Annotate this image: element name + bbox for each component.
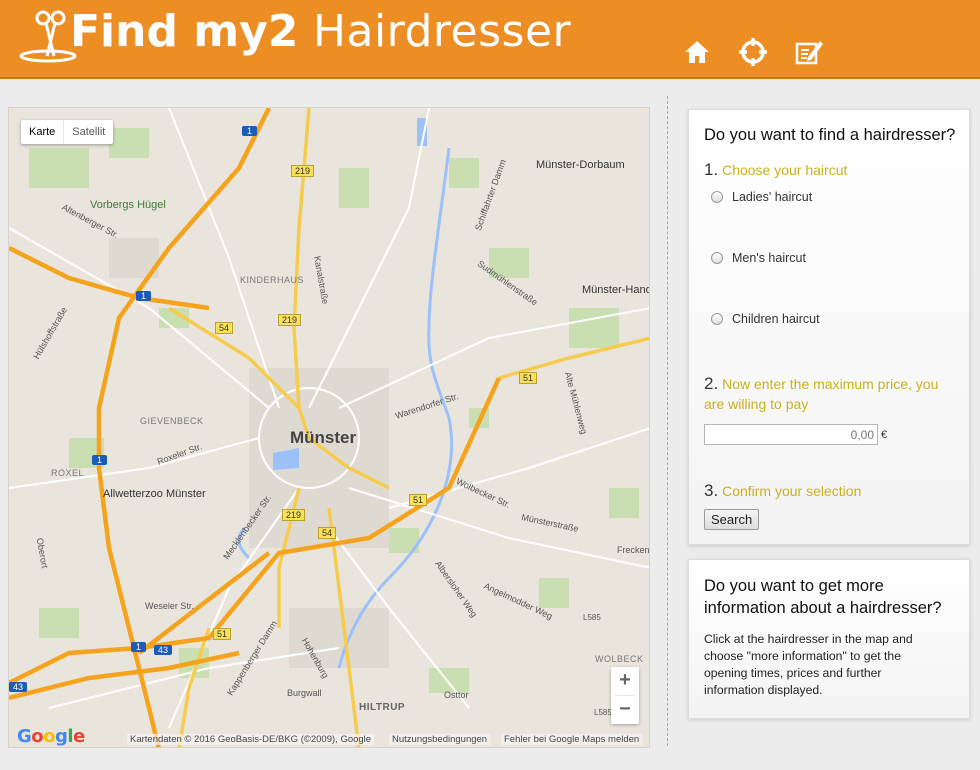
step3-number: 3. <box>704 481 719 500</box>
road-badge: 54 <box>215 322 234 334</box>
road-badge: L585 <box>594 708 612 717</box>
road-badge: 51 <box>409 494 428 506</box>
zoom-in-button[interactable]: + <box>611 667 639 695</box>
header-nav <box>680 35 826 69</box>
road-badge: 1 <box>136 291 152 301</box>
road-badge: 54 <box>318 527 337 539</box>
map-type-control: Karte Satellit <box>21 120 114 144</box>
road-badge: 219 <box>282 509 306 521</box>
map-label-allwetterzoo: Allwetterzoo Münster <box>103 488 206 500</box>
road-badge: 219 <box>278 314 302 326</box>
road-badge: 219 <box>291 165 315 177</box>
map-label-center: Münster <box>290 428 357 447</box>
map-label-wolbeck: WOLBECK <box>595 654 644 664</box>
step1-number: 1. <box>704 160 719 179</box>
step3-label: Confirm your selection <box>722 483 862 499</box>
haircut-option-men[interactable]: Men's haircut <box>711 251 969 265</box>
info-title: Do you want to get more information abou… <box>704 577 942 617</box>
road-badge: 1 <box>131 642 147 652</box>
edit-icon[interactable] <box>792 35 826 69</box>
google-logo[interactable]: Google <box>17 726 85 747</box>
map-label-hiltrup: HILTRUP <box>359 702 406 713</box>
terms-link[interactable]: Nutzungsbedingungen <box>389 734 491 745</box>
max-price-input[interactable] <box>704 424 878 445</box>
home-icon[interactable] <box>680 35 714 69</box>
price-row: € <box>704 424 969 445</box>
logo-title-bold: Find my2 <box>70 6 299 57</box>
haircut-option-children[interactable]: Children haircut <box>711 312 969 326</box>
find-hairdresser-panel: Do you want to find a hairdresser? 1. Ch… <box>688 109 970 545</box>
map-label-dorbaum: Münster-Dorbaum <box>536 159 625 171</box>
road-badge: 51 <box>213 628 232 640</box>
step2-number: 2. <box>704 374 719 393</box>
radio-label: Men's haircut <box>732 251 806 265</box>
road-badge: 51 <box>519 372 538 384</box>
road-badge: 1 <box>242 126 258 136</box>
road-badge: 43 <box>154 645 173 655</box>
map-label-gievenbeck: GIEVENBECK <box>140 416 204 426</box>
radio-men[interactable] <box>711 252 723 264</box>
map[interactable]: Karte Satellit 1 1 1 1 219 219 219 54 54… <box>8 107 650 748</box>
radio-label: Ladies' haircut <box>732 190 813 204</box>
column-divider <box>667 96 668 746</box>
header: Find my2 Hairdresser <box>0 0 980 79</box>
map-label-handorf: Münster-Hand <box>582 284 650 296</box>
road-badge: 43 <box>9 682 28 692</box>
logo-title: Find my2 Hairdresser <box>70 6 571 58</box>
radio-ladies[interactable] <box>711 191 723 203</box>
step1-label: Choose your haircut <box>722 162 848 178</box>
map-label-osttor: Osttor <box>444 690 469 700</box>
step1-heading: 1. Choose your haircut <box>704 160 969 180</box>
step3-heading: 3. Confirm your selection <box>704 481 969 501</box>
zoom-out-button[interactable]: − <box>611 696 639 724</box>
map-label-weseler: Weseler Str. <box>145 601 194 611</box>
map-type-map-button[interactable]: Karte <box>21 120 65 144</box>
map-attribution: Kartendaten © 2016 GeoBasis-DE/BKG (©200… <box>127 734 375 745</box>
crosshair-icon[interactable] <box>736 35 770 69</box>
map-label-vorbergs: Vorbergs Hügel <box>90 199 166 211</box>
more-info-panel: Do you want to get more information abou… <box>688 559 970 719</box>
radio-children[interactable] <box>711 313 723 325</box>
map-label-freckeni: Frecken <box>617 545 650 555</box>
zoom-control: + − <box>611 667 639 724</box>
step2-heading: 2. Now enter the maximum price, you are … <box>704 374 949 414</box>
road-badge: L585 <box>583 613 601 622</box>
step2-label: Now enter the maximum price, you are wil… <box>704 376 939 412</box>
map-label-roxel: ROXEL <box>51 468 85 478</box>
info-text: Click at the hairdresser in the map and … <box>704 632 913 697</box>
map-type-satellite-button[interactable]: Satellit <box>64 120 113 144</box>
map-label-burgwall: Burgwall <box>287 688 322 698</box>
search-button[interactable]: Search <box>704 509 760 530</box>
road-badge: 1 <box>92 455 108 465</box>
map-label-kinderhaus: KINDERHAUS <box>240 275 305 285</box>
report-error-link[interactable]: Fehler bei Google Maps melden <box>501 734 643 745</box>
haircut-option-ladies[interactable]: Ladies' haircut <box>711 190 969 204</box>
radio-label: Children haircut <box>732 312 820 326</box>
finder-title: Do you want to find a hairdresser? <box>704 126 956 144</box>
currency-label: € <box>881 428 888 441</box>
logo-title-light: Hairdresser <box>298 6 572 57</box>
